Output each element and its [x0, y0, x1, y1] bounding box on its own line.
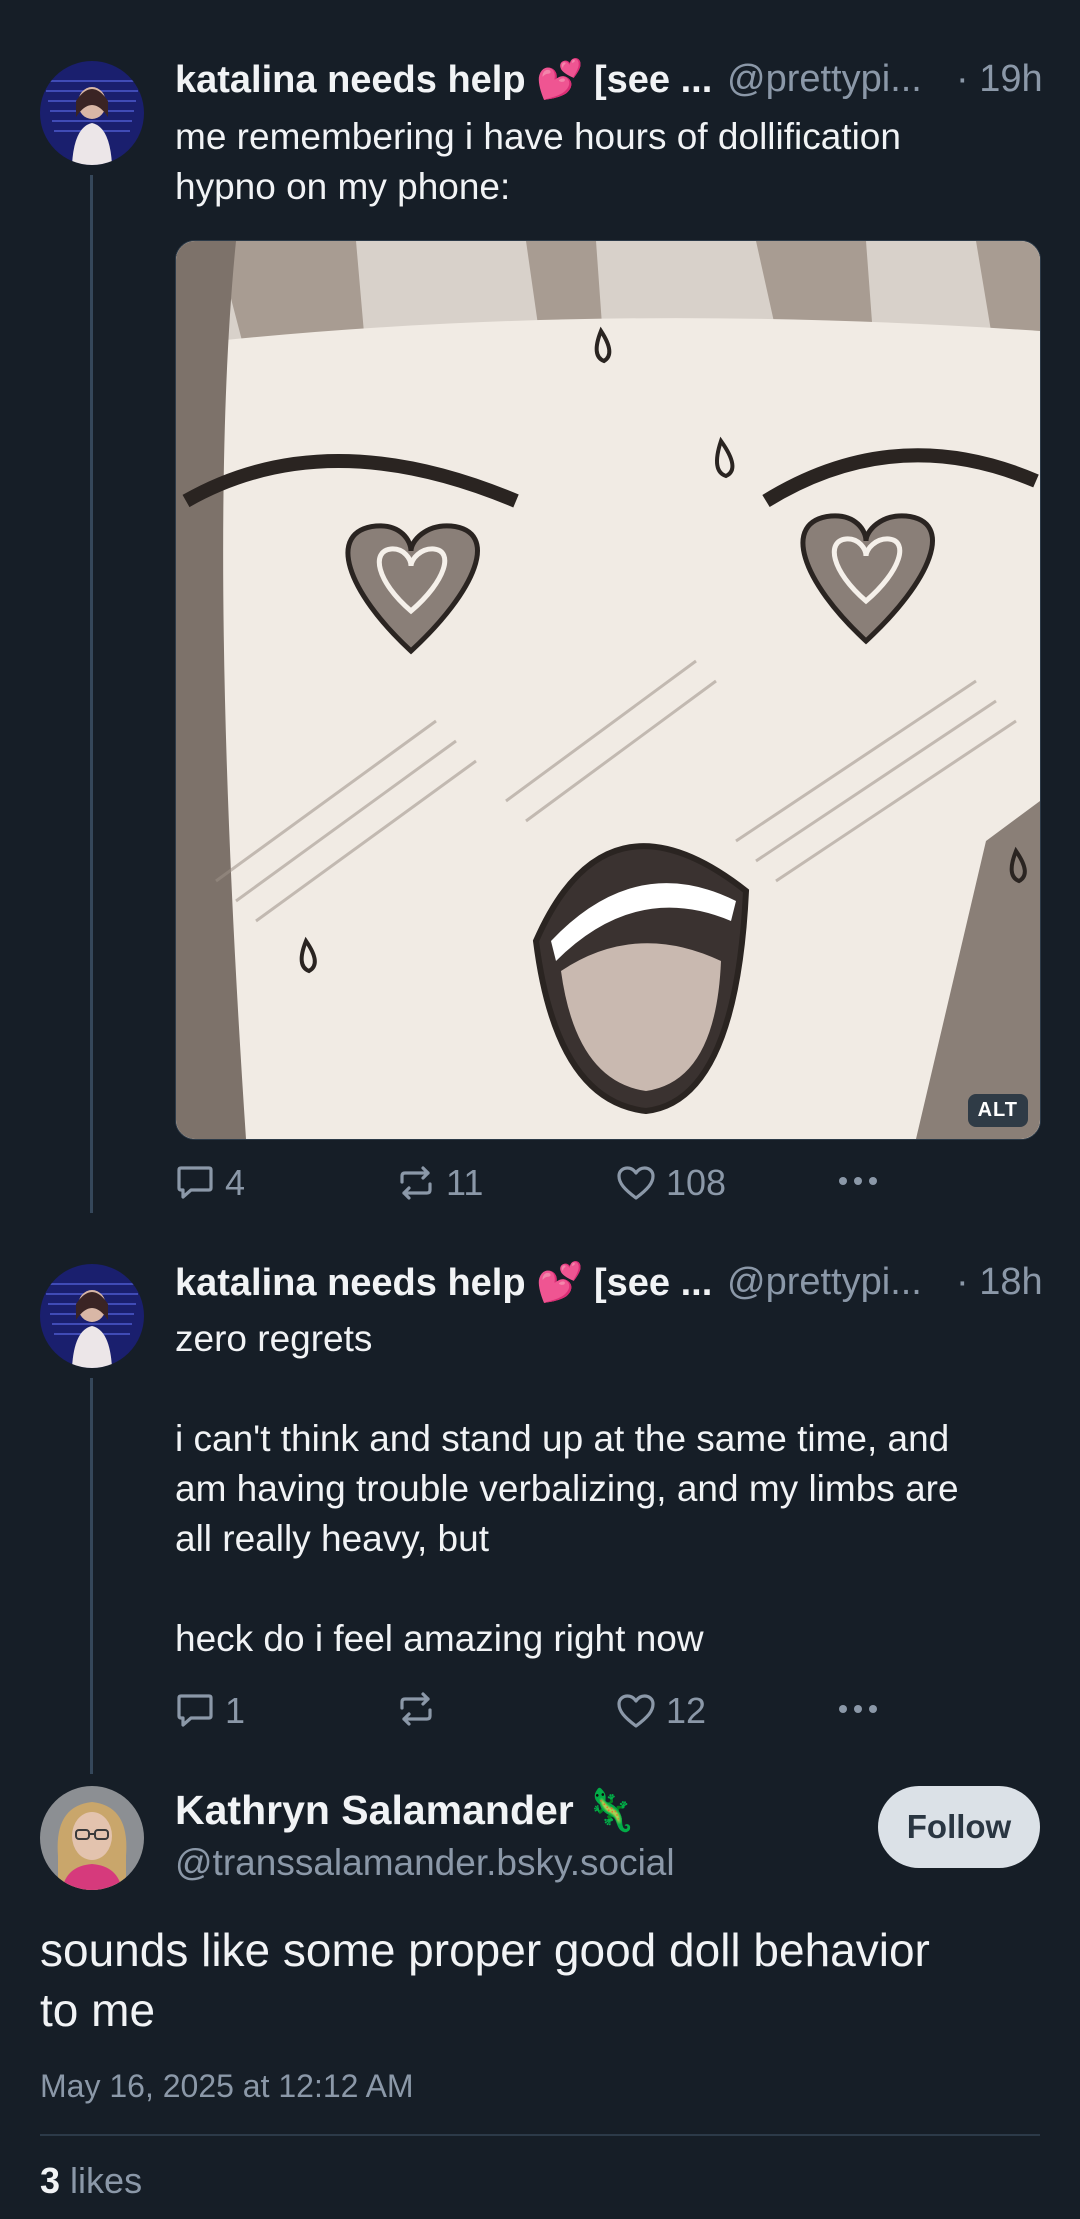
like-button[interactable]: 12 [616, 1690, 706, 1732]
heart-icon [617, 1694, 655, 1728]
focused-author-avatar[interactable] [40, 1786, 144, 1890]
reply-button[interactable]: 4 [175, 1162, 245, 1204]
focused-post-text: sounds like some proper good doll behavi… [40, 1924, 930, 2036]
author-avatar[interactable] [40, 1264, 144, 1368]
likes-label: likes [70, 2160, 143, 2201]
alt-text-badge[interactable]: ALT [967, 1094, 1028, 1127]
likes-summary[interactable]: 3 likes [40, 2160, 142, 2202]
reply-icon [177, 1694, 213, 1727]
reply-count: 4 [225, 1162, 246, 1203]
focused-post-timestamp: May 16, 2025 at 12:12 AM [40, 2068, 414, 2104]
repost-count: 11 [446, 1162, 484, 1203]
follow-button[interactable]: Follow [878, 1786, 1040, 1868]
focused-author-name[interactable]: Kathryn Salamander 🦎 [175, 1787, 636, 1835]
like-button[interactable]: 108 [616, 1162, 726, 1204]
repost-button[interactable] [396, 1690, 446, 1728]
post-timestamp[interactable]: · 19h [956, 58, 1043, 101]
more-icon [839, 1705, 877, 1713]
more-options-button[interactable] [836, 1690, 880, 1728]
post-image[interactable]: ALT [175, 240, 1041, 1140]
post-author-name[interactable]: katalina needs help 💕 [see ... [175, 58, 712, 102]
likes-count: 3 [40, 2160, 61, 2201]
divider [40, 2134, 1040, 2136]
thread-line [90, 175, 93, 1213]
more-options-button[interactable] [836, 1162, 880, 1200]
heart-icon [617, 1166, 655, 1200]
like-count: 12 [666, 1690, 707, 1731]
reply-icon [177, 1166, 213, 1199]
post-timestamp[interactable]: · 18h [956, 1261, 1043, 1304]
post-text: me remembering i have hours of dollifica… [175, 116, 901, 207]
more-icon [839, 1177, 877, 1185]
author-avatar[interactable] [40, 61, 144, 165]
post-text: zero regrets i can't think and stand up … [175, 1318, 959, 1659]
repost-icon [400, 1692, 432, 1726]
reply-button[interactable]: 1 [175, 1690, 245, 1732]
post-author-handle[interactable]: @prettypi... [727, 58, 922, 101]
post-author-name[interactable]: katalina needs help 💕 [see ... [175, 1261, 712, 1305]
repost-icon [400, 1166, 432, 1200]
focused-author-handle[interactable]: @transsalamander.bsky.social [175, 1842, 675, 1884]
post-author-handle[interactable]: @prettypi... [727, 1261, 922, 1304]
repost-button[interactable]: 11 [396, 1162, 483, 1204]
like-count: 108 [666, 1162, 727, 1203]
reply-count: 1 [225, 1690, 246, 1731]
thread-line [90, 1378, 93, 1774]
